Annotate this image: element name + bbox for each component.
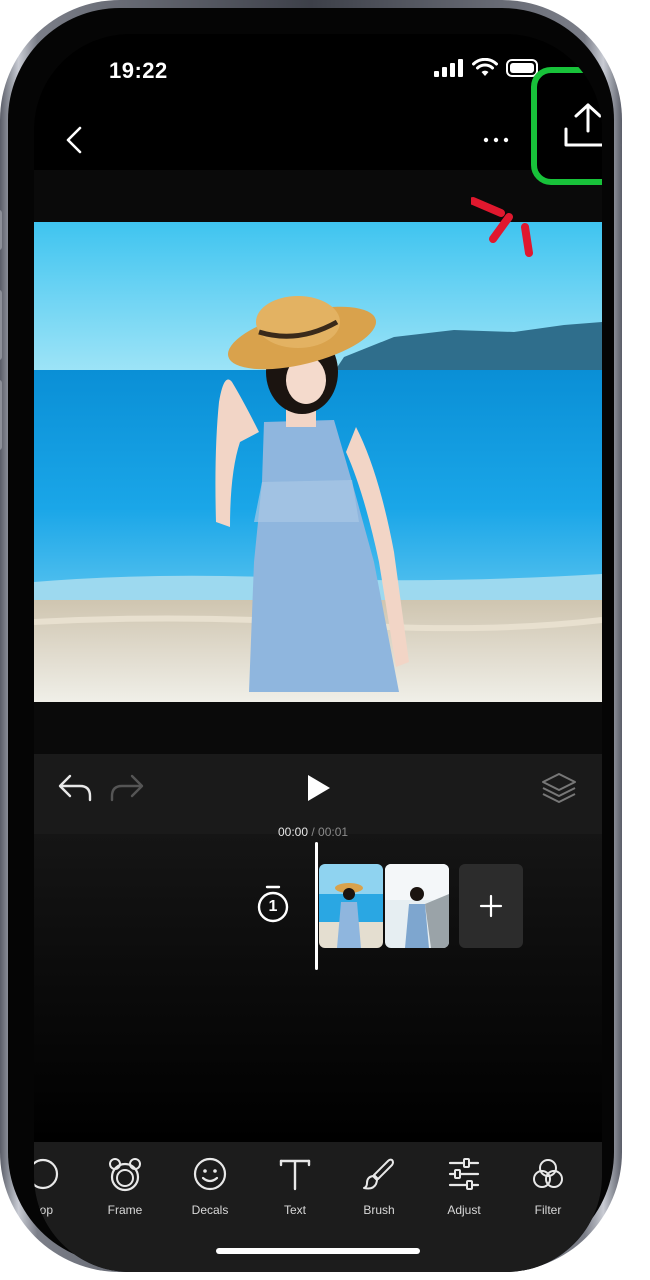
- smiley-icon: [193, 1157, 227, 1191]
- layers-button[interactable]: [540, 770, 578, 806]
- tool-adjust[interactable]: Adjust: [429, 1142, 499, 1252]
- status-icons: [434, 57, 542, 83]
- share-button-highlight: [531, 67, 602, 185]
- ellipsis-icon: [483, 137, 509, 143]
- clip-thumbnail: [319, 864, 383, 948]
- plus-icon: [479, 894, 503, 918]
- clip-thumbnail: [385, 864, 449, 948]
- layers-icon: [542, 773, 576, 803]
- timecode: 00:00 / 00:01: [278, 825, 348, 839]
- tool-filter[interactable]: Filter: [513, 1142, 583, 1252]
- phone-bezel: 19:22 00:00 / 00:01 1 rop Frame Decals T…: [8, 8, 614, 1272]
- redo-button[interactable]: [108, 770, 146, 806]
- tool-label: Filter: [534, 1203, 562, 1217]
- tool-label: Brush: [363, 1203, 395, 1217]
- play-icon: [308, 775, 330, 801]
- chevron-left-icon: [66, 126, 82, 154]
- share-button[interactable]: [537, 73, 602, 179]
- brush-icon: [363, 1158, 394, 1190]
- sliders-icon: [448, 1158, 480, 1190]
- tool-label: Adjust: [447, 1203, 481, 1217]
- filter-icon: [533, 1159, 563, 1188]
- share-upload-icon: [564, 103, 602, 147]
- more-options-button[interactable]: [479, 130, 513, 150]
- total-time: 00:01: [318, 825, 349, 839]
- play-button[interactable]: [300, 770, 336, 806]
- beach-photo: [34, 222, 602, 702]
- time-separator: /: [308, 825, 319, 839]
- tool-label: Frame: [107, 1203, 143, 1217]
- attention-burst: [469, 189, 551, 269]
- playback-toolbar: [34, 754, 602, 834]
- redo-icon: [110, 774, 144, 802]
- screen: 19:22 00:00 / 00:01 1 rop Frame Decals T…: [34, 34, 602, 1272]
- tool-label: Decals: [191, 1203, 229, 1217]
- tool-text[interactable]: Text: [260, 1142, 330, 1252]
- undo-button[interactable]: [56, 770, 94, 806]
- cellular-signal-icon: [434, 59, 464, 82]
- tool-brush[interactable]: Brush: [344, 1142, 414, 1252]
- crop-icon: [34, 1158, 59, 1190]
- back-button[interactable]: [60, 120, 90, 160]
- clip-duration-value: 1: [268, 898, 278, 915]
- playhead[interactable]: [315, 842, 318, 970]
- phone-frame: 19:22 00:00 / 00:01 1 rop Frame Decals T…: [0, 0, 622, 1272]
- wifi-icon: [472, 57, 498, 83]
- volume-down-button: [0, 380, 2, 450]
- current-time: 00:00: [278, 825, 309, 839]
- tool-label: Crop: [34, 1203, 53, 1217]
- tool-frame[interactable]: Frame: [90, 1142, 160, 1252]
- timeline-clip-1[interactable]: [319, 864, 383, 948]
- clip-duration-button[interactable]: 1: [256, 884, 290, 924]
- volume-up-button: [0, 290, 2, 360]
- silent-switch: [0, 210, 2, 250]
- frame-icon: [109, 1158, 141, 1192]
- tool-crop[interactable]: Crop: [34, 1142, 78, 1252]
- status-time: 19:22: [109, 58, 168, 83]
- undo-icon: [58, 774, 92, 802]
- timeline-clip-2[interactable]: [385, 864, 449, 948]
- tool-decals[interactable]: Decals: [175, 1142, 245, 1252]
- home-indicator: [216, 1248, 420, 1254]
- add-clip-button[interactable]: [459, 864, 523, 948]
- text-icon: [279, 1159, 311, 1191]
- photo-preview[interactable]: [34, 222, 602, 702]
- tool-label: Text: [283, 1203, 306, 1217]
